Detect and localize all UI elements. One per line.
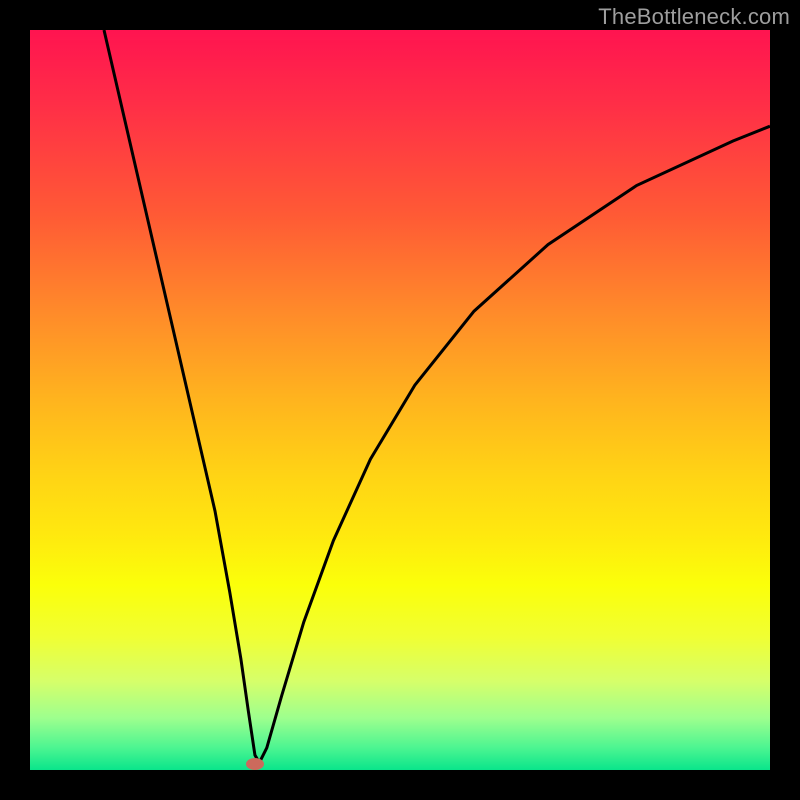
chart-plot-area	[30, 30, 770, 770]
chart-frame: TheBottleneck.com	[0, 0, 800, 800]
watermark-text: TheBottleneck.com	[598, 4, 790, 30]
minimum-marker	[246, 758, 264, 770]
bottleneck-curve	[30, 30, 770, 770]
